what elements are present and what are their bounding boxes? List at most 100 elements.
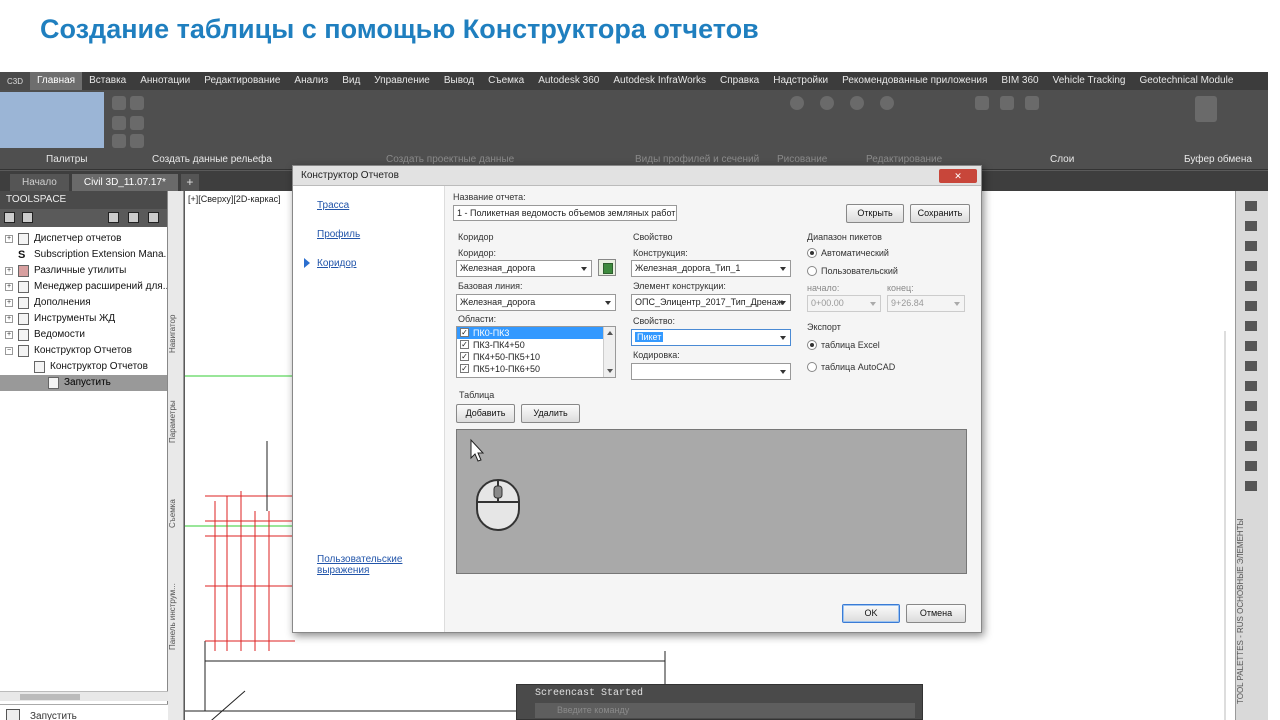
cancel-button[interactable]: Отмена [906,604,966,623]
construction-select[interactable]: Железная_дорога_Тип_1 [631,260,791,277]
expand-icon[interactable]: + [5,315,13,323]
tab-view[interactable]: Вид [335,72,367,90]
ribbon-group-draw[interactable]: Рисование [777,154,827,165]
tab-insert[interactable]: Вставка [82,72,133,90]
side-tab-survey[interactable]: Съемка [168,489,184,539]
toolspace-tool-icon[interactable] [128,212,139,223]
nav-link-profile[interactable]: Профиль [317,229,360,240]
ok-button[interactable]: OK [842,604,900,623]
toolspace-tool-icon[interactable] [22,212,33,223]
toolspace-tool-icon[interactable] [108,212,119,223]
open-button[interactable]: Открыть [846,204,904,223]
encoding-select[interactable] [631,363,791,380]
tab-analyze[interactable]: Анализ [287,72,335,90]
ribbon-tool-icon[interactable] [820,96,834,110]
ribbon-tool-icon[interactable] [850,96,864,110]
tab-modify[interactable]: Редактирование [197,72,287,90]
doc-tab-drawing[interactable]: Civil 3D_11.07.17* [71,174,178,191]
tree-item-run[interactable]: Запустить [0,375,167,391]
checkbox[interactable]: ✓ [460,364,469,373]
tab-autodesk360[interactable]: Autodesk 360 [531,72,606,90]
side-tab-toolbox[interactable]: Панель инструм... [168,567,184,667]
element-select[interactable]: ОПС_Элицентр_2017_Тип_Дренаж [631,294,791,311]
new-tab-button[interactable]: + [180,174,199,191]
baseline-select[interactable]: Железная_дорога [456,294,616,311]
ribbon-tool-icon[interactable] [130,134,144,148]
tab-featured-apps[interactable]: Рекомендованные приложения [835,72,994,90]
scroll-down-icon[interactable] [607,369,613,373]
collapse-icon[interactable]: − [5,347,13,355]
checkbox[interactable]: ✓ [460,328,469,337]
add-column-button[interactable]: Добавить [456,404,515,423]
tab-manage[interactable]: Управление [367,72,437,90]
tab-home[interactable]: Главная [30,72,83,90]
report-name-field[interactable]: 1 - Поликетная ведомость объемов земляны… [453,205,677,221]
tree-item[interactable]: + Ведомости [0,327,167,343]
list-item[interactable]: ✓ ПК0-ПК3 [457,327,615,339]
checkbox[interactable]: ✓ [460,352,469,361]
palette-icon[interactable] [1245,461,1257,471]
pick-corridor-icon[interactable] [598,259,616,276]
tab-annotate[interactable]: Аннотации [133,72,197,90]
side-tab-settings[interactable]: Параметры [168,387,184,457]
nav-link-alignment[interactable]: Трасса [317,200,349,211]
ribbon-tool-icon[interactable] [1025,96,1039,110]
ribbon-tool-icon[interactable] [112,134,126,148]
tree-item[interactable]: − Конструктор Отчетов [0,343,167,359]
ribbon-tool-icon[interactable] [130,116,144,130]
tab-output[interactable]: Вывод [437,72,481,90]
tab-addins[interactable]: Надстройки [766,72,835,90]
list-item[interactable]: ✓ ПК5+10-ПК6+50 [457,363,615,375]
toolspace-tool-icon[interactable] [4,212,15,223]
side-tab-navigator[interactable]: Навигатор [168,299,184,369]
autocad-export-radio[interactable] [807,362,817,372]
palette-icon[interactable] [1245,341,1257,351]
palette-icon[interactable] [1245,281,1257,291]
list-scrollbar[interactable] [603,327,615,377]
toolspace-scrollbar[interactable] [0,691,168,701]
palette-icon[interactable] [1245,261,1257,271]
command-input[interactable]: Введите команду [535,703,915,718]
tab-survey[interactable]: Съемка [481,72,531,90]
tab-bim360[interactable]: BIM 360 [994,72,1045,90]
palette-icon[interactable] [1245,241,1257,251]
ribbon-group-profile-views[interactable]: Виды профилей и сечений [635,154,759,165]
delete-column-button[interactable]: Удалить [521,404,580,423]
corridor-select[interactable]: Железная_дорога [456,260,592,277]
save-button[interactable]: Сохранить [910,204,970,223]
table-preview-area[interactable] [456,429,967,574]
palette-icon[interactable] [1245,361,1257,371]
tab-help[interactable]: Справка [713,72,766,90]
palette-icon[interactable] [1245,401,1257,411]
ribbon-group-palettes[interactable]: Палитры [46,154,88,165]
ribbon-tool-icon[interactable] [112,96,126,110]
tree-item[interactable]: + Менеджер расширений для... [0,279,167,295]
end-station-field[interactable]: 9+26.84 [887,295,965,312]
nav-link-custom-expressions[interactable]: Пользовательские выражения [317,554,427,576]
list-item[interactable]: ✓ ПК3-ПК4+50 [457,339,615,351]
close-button[interactable]: ✕ [939,169,977,183]
expand-icon[interactable]: + [5,283,13,291]
tree-item[interactable]: + Различные утилиты [0,263,167,279]
doc-tab-start[interactable]: Начало [10,174,69,191]
expand-icon[interactable]: + [5,235,13,243]
ribbon-group-ground-data[interactable]: Создать данные рельефа [152,154,272,165]
scroll-thumb[interactable] [20,694,80,700]
tree-item[interactable]: + Диспетчер отчетов [0,231,167,247]
ribbon-tool-icon[interactable] [790,96,804,110]
ribbon-tool-icon[interactable] [975,96,989,110]
palette-icon[interactable] [1245,481,1257,491]
property-select[interactable]: Пикет [631,329,791,346]
checkbox[interactable]: ✓ [460,340,469,349]
expand-icon[interactable]: + [5,299,13,307]
regions-list[interactable]: ✓ ПК0-ПК3 ✓ ПК3-ПК4+50 ✓ ПК4+50-ПК5+10 ✓ ПК5… [456,326,616,378]
custom-range-radio[interactable] [807,266,817,276]
tab-vehicle-tracking[interactable]: Vehicle Tracking [1046,72,1133,90]
palette-icon[interactable] [1245,301,1257,311]
tree-item[interactable]: S Subscription Extension Mana... [0,247,167,263]
start-station-field[interactable]: 0+00.00 [807,295,881,312]
ribbon-tool-icon[interactable] [880,96,894,110]
palette-icon[interactable] [1245,321,1257,331]
palette-icon[interactable] [1245,381,1257,391]
paste-icon[interactable] [1195,96,1217,122]
